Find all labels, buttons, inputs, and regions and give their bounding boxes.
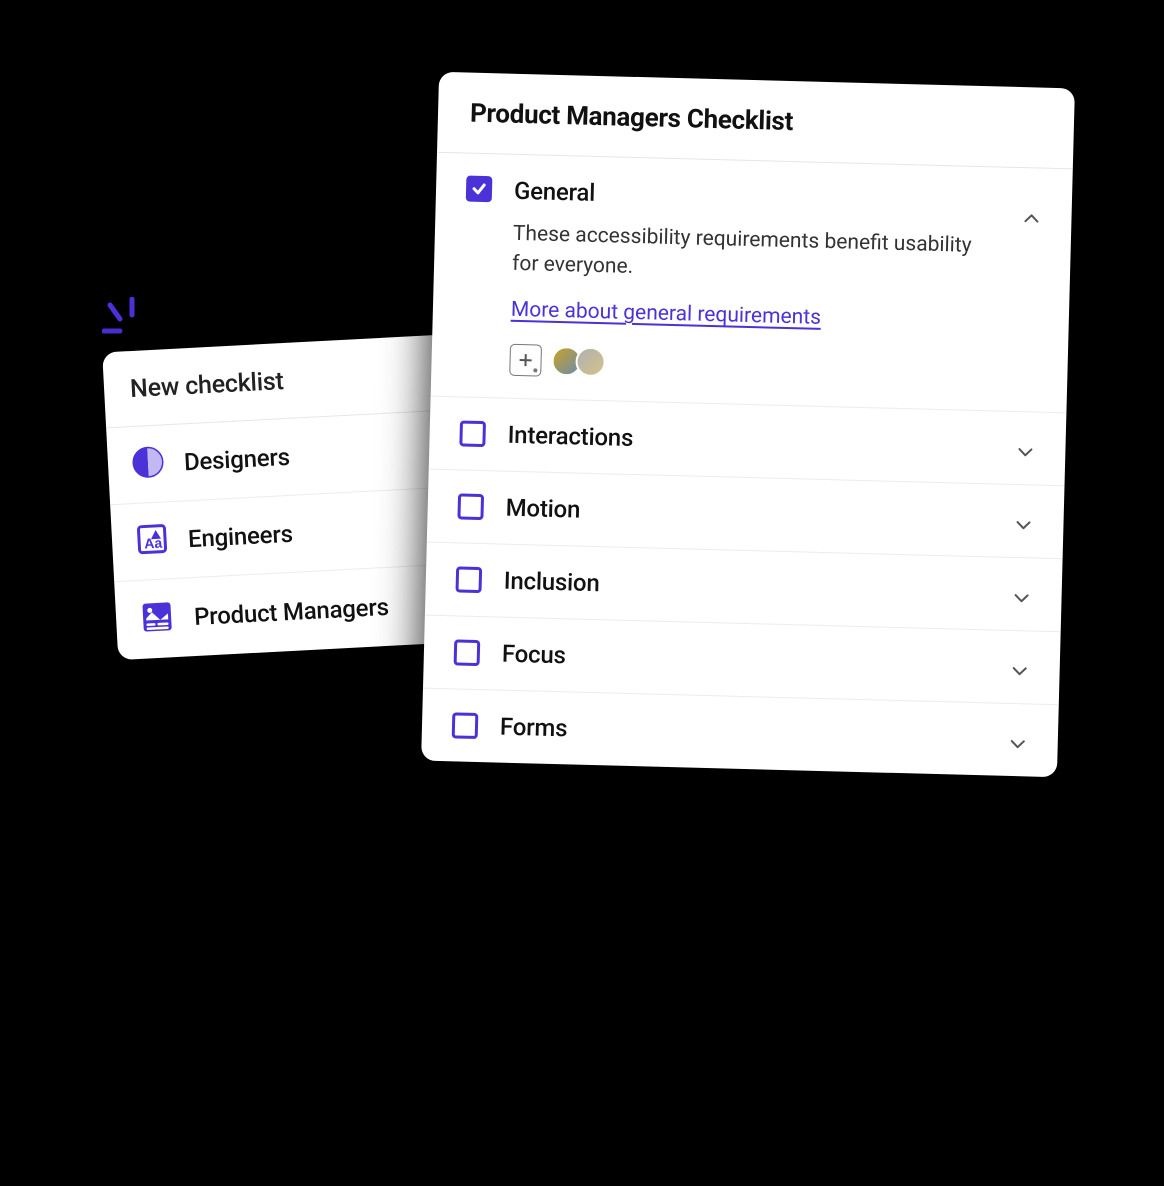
- role-label: Engineers: [187, 520, 293, 553]
- section-title: General: [514, 177, 1041, 219]
- chevron-down-icon: [1009, 661, 1030, 686]
- section-description: These accessibility requirements benefit…: [512, 219, 973, 292]
- svg-text:Aa: Aa: [144, 535, 163, 552]
- section-title: Forms: [500, 712, 568, 742]
- checkbox-forms[interactable]: [452, 712, 479, 739]
- section-toggle-general[interactable]: General These accessibility requirements…: [431, 153, 1073, 412]
- decorative-sparkle: [102, 297, 152, 347]
- collaborator-row: [509, 344, 1036, 390]
- role-label: Designers: [183, 443, 290, 477]
- section-forms: Forms: [421, 688, 1059, 777]
- section-title: Inclusion: [503, 567, 599, 597]
- checkbox-motion[interactable]: [457, 493, 484, 520]
- chevron-down-icon: [1015, 442, 1036, 467]
- typography-icon: Aa: [135, 522, 169, 560]
- section-title: Focus: [502, 640, 567, 670]
- new-checklist-title: New checklist: [129, 359, 433, 404]
- section-toggle-forms[interactable]: Forms: [421, 688, 1059, 777]
- contrast-icon: [131, 445, 165, 483]
- avatar[interactable]: [575, 346, 606, 377]
- checklist-card: Product Managers Checklist General These…: [421, 72, 1075, 777]
- chevron-down-icon: [1013, 515, 1034, 540]
- chevron-down-icon: [1007, 734, 1028, 759]
- checkbox-interactions[interactable]: [459, 420, 486, 447]
- chevron-down-icon: [1011, 588, 1032, 613]
- checkbox-general[interactable]: [466, 176, 493, 203]
- section-general: General These accessibility requirements…: [431, 153, 1073, 413]
- section-link-general[interactable]: More about general requirements: [511, 298, 822, 330]
- new-checklist-card: New checklist Designers Aa Engineers: [102, 334, 473, 660]
- checkbox-inclusion[interactable]: [456, 566, 483, 593]
- role-label: Product Managers: [193, 593, 389, 631]
- checklist-title: Product Managers Checklist: [470, 99, 1043, 144]
- avatars: [551, 346, 606, 377]
- add-collaborator-button[interactable]: [509, 344, 542, 377]
- layout-icon: [139, 599, 175, 639]
- section-title: Motion: [505, 494, 580, 524]
- checkbox-focus[interactable]: [454, 639, 481, 666]
- section-title: Interactions: [507, 421, 633, 452]
- chevron-up-icon: [1021, 208, 1042, 233]
